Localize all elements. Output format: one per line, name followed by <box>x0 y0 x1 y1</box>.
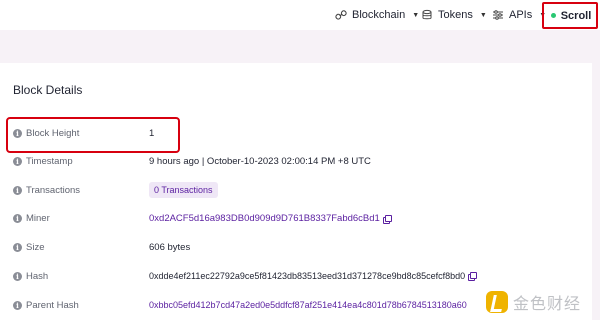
value-text: 0xdde4ef211ec22792a9ce5f81423db83513eed3… <box>149 271 466 281</box>
info-icon[interactable]: i <box>13 272 22 281</box>
network-label: Scroll <box>560 9 592 22</box>
copy-icon[interactable] <box>468 272 478 281</box>
nav-tokens[interactable]: Tokens ▼ <box>421 7 487 23</box>
nav-apis-label: APIs <box>509 9 533 21</box>
network-status-dot <box>550 13 556 18</box>
label-hash: i Hash <box>13 271 48 282</box>
info-icon[interactable]: i <box>13 186 22 195</box>
watermark-text: 金色财经 <box>513 294 582 313</box>
chevron-down-icon: ▼ <box>479 11 487 19</box>
nav-blockchain-label: Blockchain <box>352 9 406 21</box>
info-icon[interactable]: i <box>13 301 22 310</box>
label-parent-hash: i Parent Hash <box>13 300 79 311</box>
info-icon[interactable]: i <box>13 157 22 166</box>
label-text: Size <box>26 242 45 253</box>
card-title: Block Details <box>13 83 83 97</box>
detail-row-timestamp: i Timestamp 9 hours ago | October-10-2023… <box>0 150 592 174</box>
apis-sliders-icon <box>492 9 504 21</box>
label-text: Hash <box>26 271 49 282</box>
label-text: Transactions <box>26 185 81 196</box>
transactions-badge[interactable]: 0 Transactions <box>149 182 218 198</box>
label-text: Parent Hash <box>26 300 79 311</box>
detail-row-miner: i Miner 0xd2ACF5d16a983DB0d909d9D761B8337… <box>0 207 592 231</box>
header-band <box>0 30 600 63</box>
detail-row-transactions: i Transactions 0 Transactions <box>0 179 592 203</box>
label-size: i Size <box>13 242 44 253</box>
value-text: 9 hours ago | October-10-2023 02:00:14 P… <box>149 156 371 167</box>
value-timestamp: 9 hours ago | October-10-2023 02:00:14 P… <box>149 156 371 167</box>
block-height-highlight <box>6 117 180 153</box>
info-icon[interactable]: i <box>13 243 22 252</box>
network-selector-scroll[interactable]: Scroll <box>542 2 598 29</box>
value-transactions: 0 Transactions <box>149 182 218 198</box>
value-parent-hash: 0xbbc05efd412b7cd47a2ed0e5ddfcf87af251e4… <box>149 300 467 310</box>
label-text: Miner <box>26 213 50 224</box>
watermark-logo-icon <box>486 291 508 313</box>
detail-row-size: i Size 606 bytes <box>0 236 592 260</box>
value-miner: 0xd2ACF5d16a983DB0d909d9D761B8337Fabd6cB… <box>149 213 392 224</box>
label-transactions: i Transactions <box>13 185 80 196</box>
tokens-coins-icon <box>421 9 433 21</box>
label-miner: i Miner <box>13 213 50 224</box>
value-hash: 0xdde4ef211ec22792a9ce5f81423db83513eed3… <box>149 271 478 281</box>
nav-blockchain[interactable]: Blockchain ▼ <box>335 7 419 23</box>
copy-icon[interactable] <box>382 214 392 224</box>
label-timestamp: i Timestamp <box>13 156 73 167</box>
page-gutter <box>592 30 600 320</box>
parent-hash-link[interactable]: 0xbbc05efd412b7cd47a2ed0e5ddfcf87af251e4… <box>149 300 467 310</box>
block-details-card: Block Details i Block Height 1 i Timestamp… <box>0 63 592 320</box>
info-icon[interactable]: i <box>13 214 22 223</box>
detail-row-hash: i Hash 0xdde4ef211ec22792a9ce5f81423db835… <box>0 265 592 289</box>
top-nav: Blockchain ▼ Tokens ▼ APIs ▼ Scroll <box>0 0 600 30</box>
nav-tokens-label: Tokens <box>438 9 473 21</box>
watermark: 金色财经 <box>486 288 594 316</box>
label-text: Timestamp <box>26 156 73 167</box>
blockchain-link-icon <box>335 9 347 21</box>
nav-apis[interactable]: APIs ▼ <box>492 7 546 23</box>
chevron-down-icon: ▼ <box>412 11 420 19</box>
value-size: 606 bytes <box>149 242 190 253</box>
miner-address-link[interactable]: 0xd2ACF5d16a983DB0d909d9D761B8337Fabd6cB… <box>149 213 380 224</box>
value-text: 606 bytes <box>149 242 191 253</box>
